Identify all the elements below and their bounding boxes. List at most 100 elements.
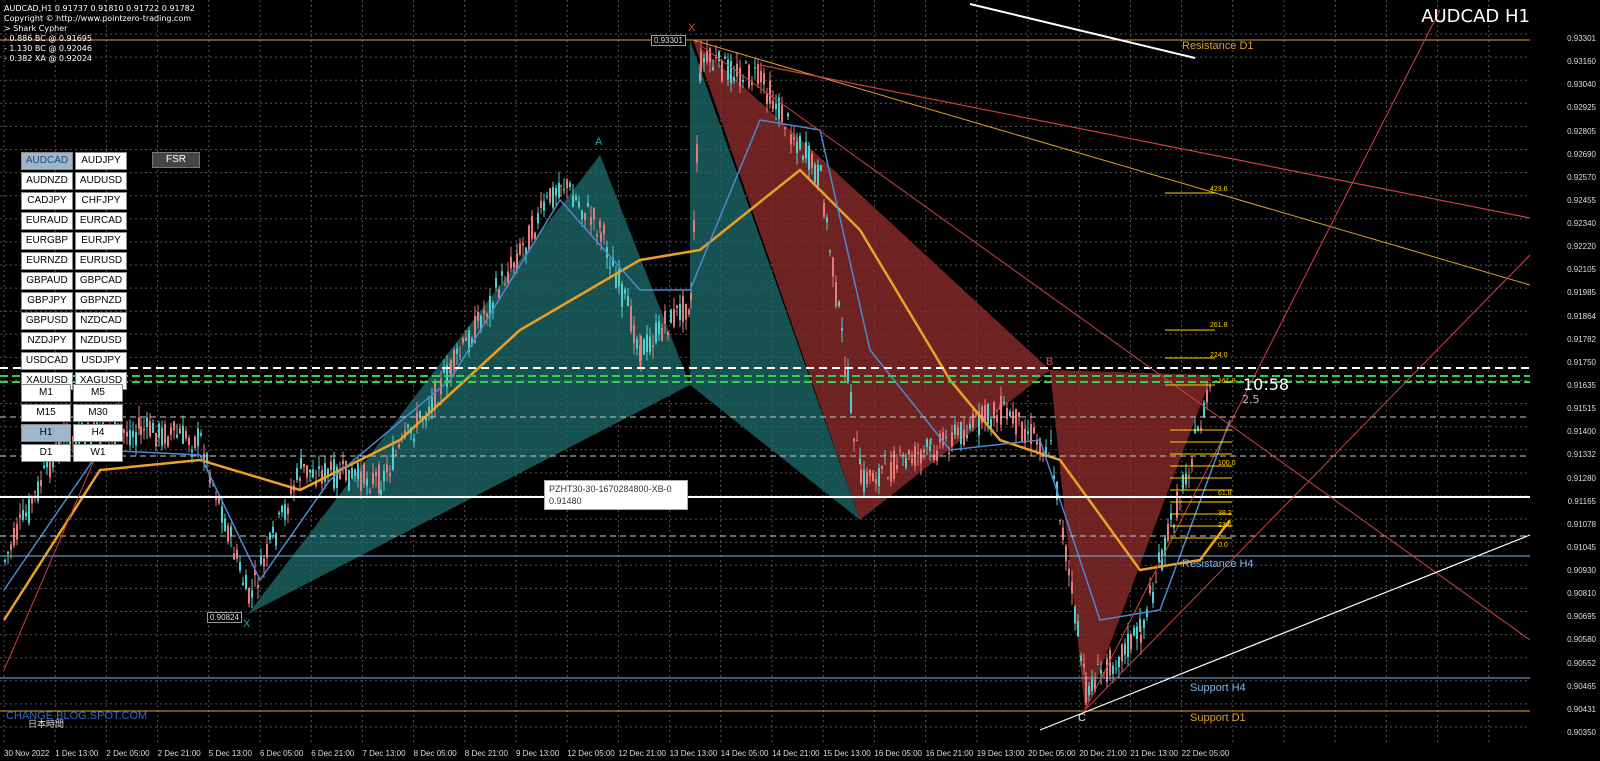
timeframe-button-h1[interactable]: H1 <box>21 424 71 442</box>
timeframe-button-m5[interactable]: M5 <box>73 384 123 402</box>
candle-body <box>766 93 768 105</box>
info-line: - 1.130 BC @ 0.92046 <box>4 44 92 53</box>
candle-body <box>969 424 971 429</box>
symbol-button-nzdusd[interactable]: NZDUSD <box>75 332 127 350</box>
timeframe-button-d1[interactable]: D1 <box>21 444 71 462</box>
candle-body <box>640 335 642 361</box>
timeframe-button-m1[interactable]: M1 <box>21 384 71 402</box>
candle-body <box>1155 581 1157 583</box>
price-label: 0.93040 <box>1567 80 1596 90</box>
time-label: 21 Dec 13:00 <box>1130 749 1178 758</box>
symbol-button-eurjpy[interactable]: EURJPY <box>75 232 127 250</box>
symbol-button-usdcad[interactable]: USDCAD <box>21 352 73 370</box>
symbol-button-audjpy[interactable]: AUDJPY <box>75 152 127 170</box>
candle-body <box>135 431 137 446</box>
candle-body <box>549 188 551 203</box>
symbol-button-usdjpy[interactable]: USDJPY <box>75 352 127 370</box>
candle-body <box>354 469 356 476</box>
candle-body <box>1188 475 1190 477</box>
candle-body <box>152 423 154 433</box>
price-label: 0.91864 <box>1567 311 1596 321</box>
candle-body <box>369 490 371 493</box>
candle-body <box>703 58 705 63</box>
candle-body <box>890 462 892 482</box>
candle-body <box>893 450 895 479</box>
candle-body <box>179 428 181 434</box>
symbol-button-chfjpy[interactable]: CHFJPY <box>75 192 127 210</box>
pattern-teal-left <box>248 155 690 614</box>
timeframe-button-w1[interactable]: W1 <box>73 444 123 462</box>
candle-body <box>1000 395 1002 425</box>
symbol-button-gbpusd[interactable]: GBPUSD <box>21 312 73 330</box>
symbol-button-euraud[interactable]: EURAUD <box>21 212 73 230</box>
symbol-button-audcad[interactable]: AUDCAD <box>21 152 73 170</box>
candle-body <box>590 217 592 225</box>
candle-body <box>260 555 262 565</box>
price-label: 0.92340 <box>1567 219 1596 229</box>
price-chart[interactable] <box>0 0 1600 761</box>
fsr-button[interactable]: FSR <box>152 152 200 168</box>
candle-body <box>878 468 880 487</box>
timeframe-button-m15[interactable]: M15 <box>21 404 71 422</box>
candle-body <box>993 402 995 419</box>
point-x-label: X <box>688 22 696 34</box>
candle-body <box>1143 619 1145 629</box>
price-axis[interactable]: 0.93301 0.93160 0.93040 0.92925 0.92805 0.926… <box>1530 0 1600 761</box>
candle-body <box>996 415 998 423</box>
price-label: 0.92455 <box>1567 195 1596 205</box>
symbol-button-audnzd[interactable]: AUDNZD <box>21 172 73 190</box>
candle-body <box>814 164 816 183</box>
symbol-button-eurnzd[interactable]: EURNZD <box>21 252 73 270</box>
candle-body <box>796 141 798 154</box>
candle-body <box>200 433 202 436</box>
price-label: 0.92690 <box>1567 149 1596 159</box>
candle-body <box>724 56 726 59</box>
candle-body <box>28 498 30 524</box>
candle-body <box>330 461 332 471</box>
candle-body <box>1206 389 1208 403</box>
symbol-button-audusd[interactable]: AUDUSD <box>75 172 127 190</box>
time-label: 6 Dec 21:00 <box>311 749 355 758</box>
candle-body <box>483 310 485 314</box>
candle-body <box>372 472 374 485</box>
info-line: Copyright © http://www.pointzero-trading… <box>4 14 192 23</box>
symbol-button-cadjpy[interactable]: CADJPY <box>21 192 73 210</box>
candle-body <box>690 292 692 301</box>
trend-line <box>759 64 1531 219</box>
time-axis[interactable]: 30 Nov 2022 1 Dec 13:00 2 Dec 05:00 2 Dec 2… <box>0 747 1530 761</box>
candle-body <box>942 432 944 446</box>
price-label: 0.92105 <box>1567 265 1596 275</box>
symbol-button-nzdcad[interactable]: NZDCAD <box>75 312 127 330</box>
symbol-button-eurgbp[interactable]: EURGBP <box>21 232 73 250</box>
candle-body <box>1185 473 1187 485</box>
candle-body <box>1059 520 1061 522</box>
candle-body <box>1085 675 1087 703</box>
symbol-button-eurusd[interactable]: EURUSD <box>75 252 127 270</box>
time-label: 19 Dec 13:00 <box>976 749 1025 758</box>
timeframe-button-m30[interactable]: M30 <box>73 404 123 422</box>
candle-body <box>966 435 968 438</box>
symbol-button-gbpjpy[interactable]: GBPJPY <box>21 292 73 310</box>
candle-body <box>826 217 828 223</box>
candle-body <box>600 233 602 242</box>
candle-body <box>531 215 533 239</box>
watermark-sub: 日本時間 <box>28 719 65 729</box>
candle-body <box>866 471 868 485</box>
symbol-button-gbpcad[interactable]: GBPCAD <box>75 272 127 290</box>
candle-body <box>823 203 825 217</box>
candle-body <box>790 134 792 145</box>
candle-body <box>811 154 813 168</box>
candle-body <box>676 305 678 308</box>
symbol-button-gbpnzd[interactable]: GBPNZD <box>75 292 127 310</box>
candle-body <box>555 187 557 196</box>
candle-body <box>652 345 654 348</box>
symbol-button-nzdjpy[interactable]: NZDJPY <box>21 332 73 350</box>
candle-body <box>757 64 759 84</box>
candle-body <box>693 220 695 232</box>
symbol-button-gbpaud[interactable]: GBPAUD <box>21 272 73 290</box>
candle-body <box>808 145 810 170</box>
timeframe-button-h4[interactable]: H4 <box>73 424 123 442</box>
candle-body <box>248 587 250 604</box>
symbol-button-eurcad[interactable]: EURCAD <box>75 212 127 230</box>
candle-body <box>1112 665 1114 674</box>
